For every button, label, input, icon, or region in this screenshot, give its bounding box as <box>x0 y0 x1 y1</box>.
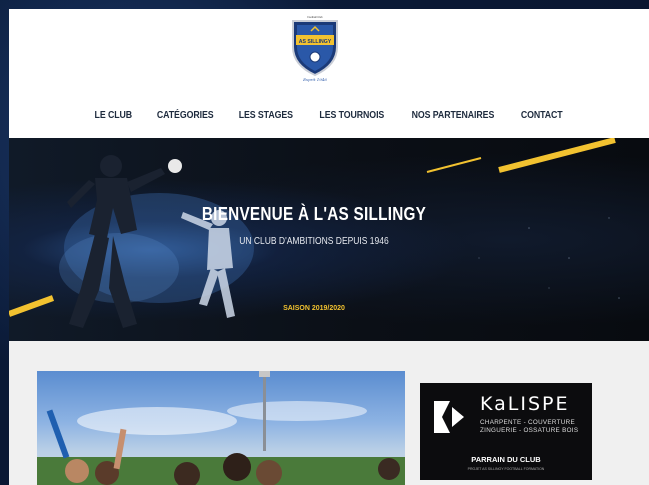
hero-subtitle: UN CLUB D'AMBITIONS DEPUIS 1946 <box>239 236 389 247</box>
nav-categories[interactable]: CATÉGORIES <box>157 110 214 121</box>
website-page: AS SILLINGY Esprit 1946 Football Club LE… <box>9 9 649 485</box>
nav-les-tournois[interactable]: LES TOURNOIS <box>319 110 384 121</box>
nav-nos-partenaires[interactable]: NOS PARTENAIRES <box>412 110 495 121</box>
logo-motto: Esprit 1946 <box>302 77 327 82</box>
hero-season: SAISON 2019/2020 <box>283 305 345 312</box>
sponsor-brand: KaLISPE <box>480 393 570 415</box>
team-photo-image <box>37 371 405 485</box>
team-photo[interactable] <box>37 371 405 485</box>
main-nav: LE CLUB CATÉGORIES LES STAGES LES TOURNO… <box>9 103 649 127</box>
kalispe-logo-icon <box>434 401 464 433</box>
logo-name: AS SILLINGY <box>299 39 332 45</box>
club-logo[interactable]: AS SILLINGY Esprit 1946 Football Club <box>289 13 341 83</box>
content-section: KaLISPE CHARPENTE - COUVERTURE ZINGUERIE… <box>9 341 649 485</box>
accent-streak <box>498 138 616 173</box>
nav-le-club[interactable]: LE CLUB <box>95 110 133 121</box>
nav-contact[interactable]: CONTACT <box>521 110 563 121</box>
site-header: AS SILLINGY Esprit 1946 Football Club LE… <box>9 9 649 138</box>
sponsor-card[interactable]: KaLISPE CHARPENTE - COUVERTURE ZINGUERIE… <box>420 383 592 480</box>
sponsor-caption: PROJET AS SILLINGY FOOTBALL FORMATION <box>467 467 545 471</box>
accent-streak <box>9 295 55 317</box>
hero-banner: BIENVENUE À L'AS SILLINGY UN CLUB D'AMBI… <box>9 138 649 341</box>
sponsor-line-1: CHARPENTE - COUVERTURE <box>480 419 575 426</box>
logo-top-text: Football Club <box>307 15 323 19</box>
sponsor-line-2: ZINGUERIE - OSSATURE BOIS <box>480 427 579 434</box>
nav-les-stages[interactable]: LES STAGES <box>239 110 293 121</box>
hero-title: BIENVENUE À L'AS SILLINGY <box>201 204 427 224</box>
ball-icon <box>168 159 182 173</box>
accent-streak <box>426 157 482 173</box>
sponsor-label: PARRAIN DU CLUB <box>471 455 541 464</box>
